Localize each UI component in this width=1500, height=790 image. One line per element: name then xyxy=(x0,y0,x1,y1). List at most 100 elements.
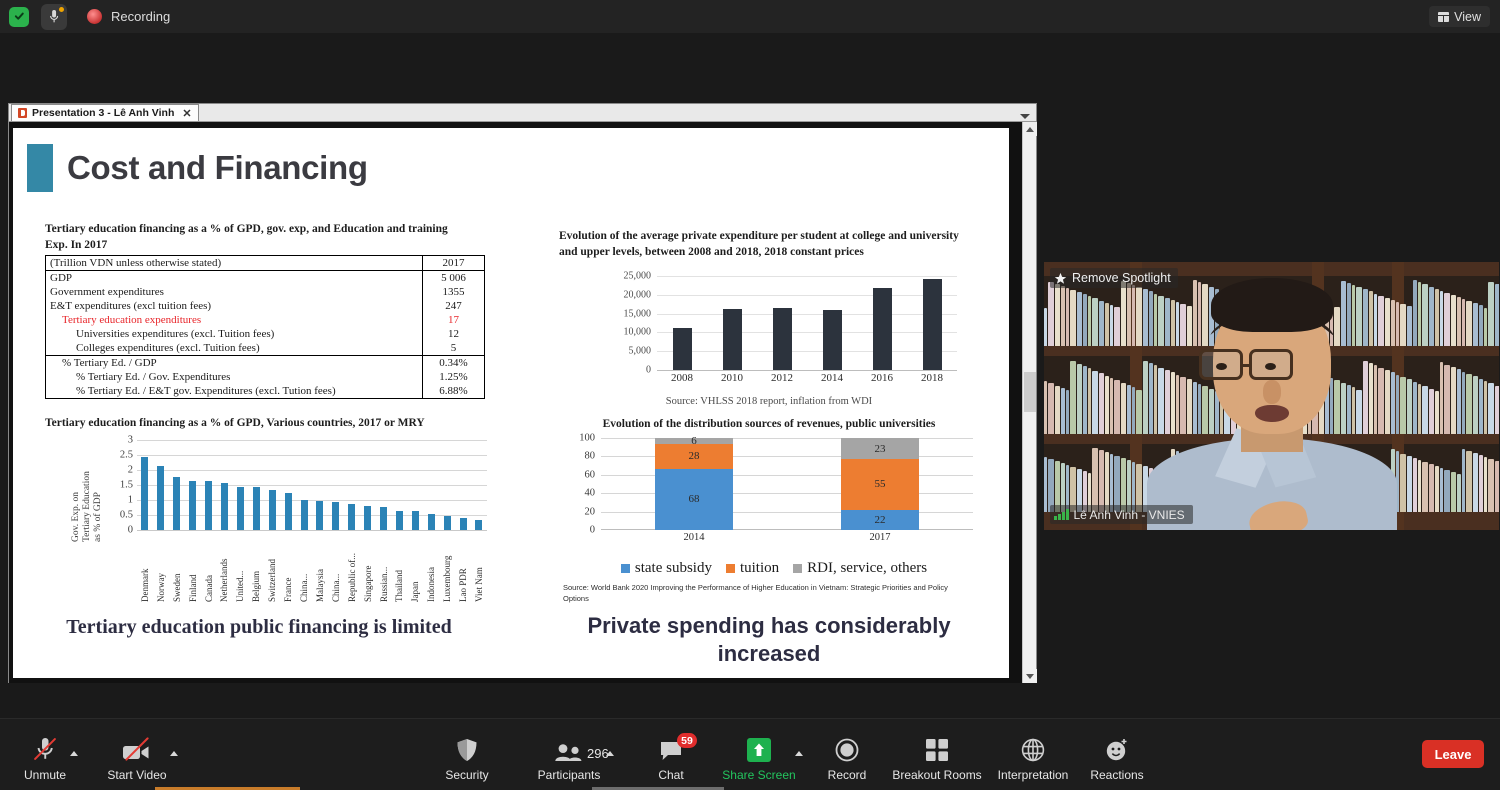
chart-2-y-tick: 20,000 xyxy=(623,289,652,301)
book xyxy=(1451,366,1456,434)
chart-3-y-tick: 100 xyxy=(579,432,595,444)
reactions-button[interactable]: Reactions xyxy=(1074,736,1160,782)
chart-1-x-label-text: Indonesia xyxy=(426,567,437,602)
book xyxy=(1495,385,1499,434)
slide-viewport: Cost and Financing Tertiary education fi… xyxy=(9,122,1037,683)
chart-1-bar-column xyxy=(264,440,280,530)
table-row: Colleges expenditures (excl. Tuition fee… xyxy=(45,341,485,356)
chart-1-x-label-text: Singapore xyxy=(362,565,373,603)
chart-2-source: Source: VHLSS 2018 report, inflation fro… xyxy=(665,396,873,407)
legend-label: RDI, service, others xyxy=(807,560,928,576)
table-row: GDP 5 006 xyxy=(45,270,485,285)
book xyxy=(1473,303,1478,346)
reactions-smiley-icon xyxy=(1105,736,1129,762)
globe-icon xyxy=(1021,736,1045,762)
chart-1-ylabel-line: Gov. Exp. on xyxy=(71,491,81,542)
record-button[interactable]: Record xyxy=(804,736,890,782)
chart-1-x-label: France xyxy=(280,532,296,603)
unmute-label: Unmute xyxy=(23,768,67,782)
chart-1-bar-column xyxy=(407,440,423,530)
interpretation-label: Interpretation xyxy=(997,768,1069,782)
chart-1-x-label-text: Republic of... xyxy=(346,553,357,602)
chart-1-bar xyxy=(205,480,213,530)
shield-check-icon[interactable] xyxy=(9,6,29,27)
chart-3-stack: 6 28 68 xyxy=(655,435,733,530)
unmute-button[interactable]: Unmute xyxy=(2,736,88,782)
chart-3-y-ticks: 0 20 40 60 80 100 xyxy=(569,433,596,536)
book xyxy=(1055,385,1060,434)
table-cell-value: 5 006 xyxy=(422,270,485,285)
book xyxy=(1132,387,1135,434)
spotlight-icon xyxy=(1054,272,1067,284)
book xyxy=(1435,465,1439,512)
participant-video-tile[interactable]: Remove Spotlight Lê Anh Vinh - VNIES xyxy=(1044,262,1499,530)
close-icon[interactable]: ✕ xyxy=(182,107,191,120)
start-video-button[interactable]: Start Video xyxy=(94,736,180,782)
chart-2-x-label: 2010 xyxy=(721,372,743,384)
share-screen-button[interactable]: Share Screen xyxy=(716,736,803,782)
book xyxy=(1110,377,1113,434)
book xyxy=(1479,378,1483,434)
participant-figure xyxy=(1137,278,1407,530)
book xyxy=(1462,448,1465,512)
chart-1-x-labels: Denmark Norway Sweden Finland Canada Netherla… xyxy=(137,532,487,602)
scroll-down-arrow-icon[interactable] xyxy=(1023,669,1037,683)
chart-revenue-sources: 0 20 40 60 80 100 6 28 68 23 55 22 2014 2017 xyxy=(569,433,979,548)
share-options-chevron-icon[interactable] xyxy=(795,751,803,756)
chat-button[interactable]: 59 Chat xyxy=(628,733,714,782)
participants-button[interactable]: 296 Participants xyxy=(526,736,614,782)
slide-vertical-scrollbar[interactable] xyxy=(1022,122,1037,683)
chart-1-x-axis xyxy=(137,530,487,531)
chart-3-y-tick: 60 xyxy=(584,469,596,481)
book xyxy=(1462,371,1465,434)
chart-3-y-tick: 40 xyxy=(584,487,596,499)
chart-1-x-label: Malaysia xyxy=(312,532,328,602)
book xyxy=(1466,373,1472,434)
book xyxy=(1435,391,1439,434)
book xyxy=(1418,384,1421,434)
chart-3-legend-item: tuition xyxy=(725,560,779,577)
chart-3-segment: 68 xyxy=(655,468,733,530)
book xyxy=(1429,388,1434,434)
chart-1-x-label: Lao PDR xyxy=(455,532,471,602)
audio-options-chevron-icon[interactable] xyxy=(70,751,78,756)
scroll-up-arrow-icon[interactable] xyxy=(1023,122,1037,136)
legend-swatch xyxy=(620,564,630,573)
chart-1-bar-column xyxy=(169,440,185,530)
presentation-tab[interactable]: Presentation 3 - Lê Anh Vinh ✕ xyxy=(11,104,199,121)
participants-chevron-icon[interactable] xyxy=(606,751,614,756)
chevron-down-icon[interactable] xyxy=(1020,114,1030,119)
book xyxy=(1466,450,1472,512)
leave-button[interactable]: Leave xyxy=(1422,740,1484,768)
chart-1-x-label: Indonesia xyxy=(423,532,439,602)
chart-3-x-label: 2014 xyxy=(683,532,705,543)
book xyxy=(1077,292,1082,346)
table-row: E&T expenditures (excl tuition fees) 247 xyxy=(45,299,485,313)
chart-1-x-label-text: China... xyxy=(299,573,310,602)
book xyxy=(1418,459,1421,512)
remove-spotlight-button[interactable]: Remove Spotlight xyxy=(1050,268,1178,288)
security-button[interactable]: Security xyxy=(424,736,510,782)
chart-1-x-label-text: Switzerland xyxy=(267,559,278,602)
chart-1-x-label: Finland xyxy=(185,532,201,602)
book xyxy=(1048,281,1054,346)
book xyxy=(1110,454,1113,512)
chart-3-segment: 55 xyxy=(841,459,919,510)
video-options-chevron-icon[interactable] xyxy=(170,751,178,756)
chart-2-bar-column xyxy=(807,276,857,370)
chart-1-bar-column xyxy=(423,440,439,530)
chart-1-x-label-text: Sweden xyxy=(171,573,182,603)
chart-2-title: Evolution of the average private expendi… xyxy=(559,230,959,259)
chart-2-y-tick: 25,000 xyxy=(623,270,652,282)
microphone-icon[interactable] xyxy=(41,3,67,30)
chart-1-plot-area xyxy=(137,440,487,530)
view-button[interactable]: View xyxy=(1429,6,1490,27)
book xyxy=(1407,379,1412,434)
financing-table: (Trillion VDN unless otherwise stated) 20… xyxy=(45,255,485,399)
chart-2-x-label: 2016 xyxy=(871,372,893,384)
chart-2-plot-area xyxy=(657,276,957,371)
breakout-rooms-button[interactable]: Breakout Rooms xyxy=(892,736,982,782)
scrollbar-thumb[interactable] xyxy=(1024,372,1036,412)
chart-2-y-ticks: 0 5,000 10,000 15,000 20,000 25,000 xyxy=(603,271,652,376)
interpretation-button[interactable]: Interpretation xyxy=(990,736,1076,782)
